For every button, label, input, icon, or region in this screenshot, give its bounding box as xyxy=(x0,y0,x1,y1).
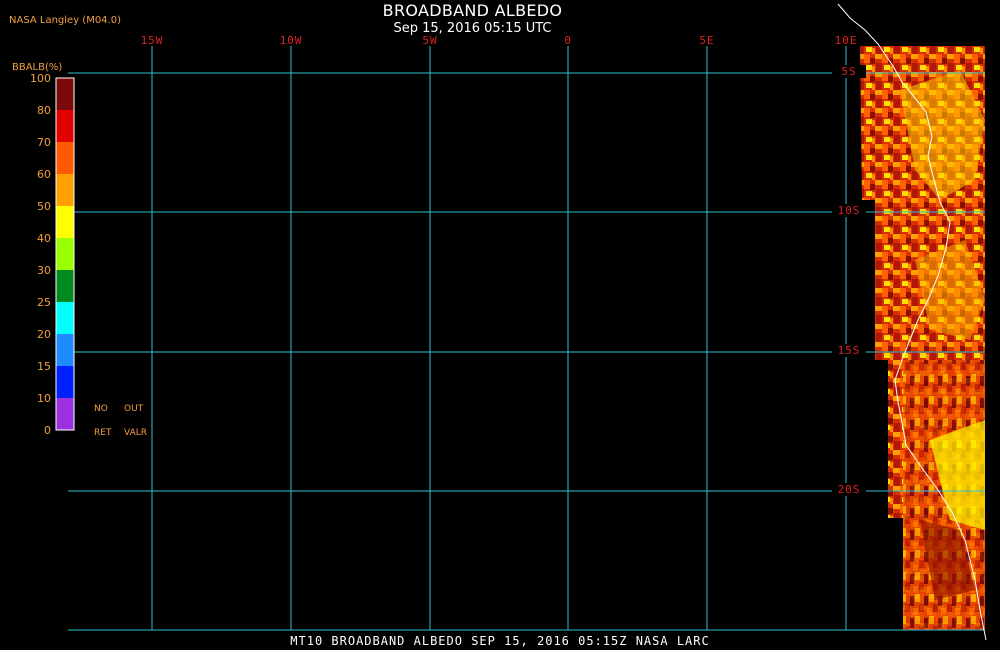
legend-swatch xyxy=(56,334,74,366)
legend-swatch xyxy=(56,398,74,430)
latitude-label: 10S xyxy=(832,204,866,217)
legend-swatch xyxy=(56,270,74,302)
longitude-label: 0 xyxy=(564,34,572,47)
legend-swatch xyxy=(56,142,74,174)
legend-swatch xyxy=(56,238,74,270)
footer-caption: MT10 BROADBAND ALBEDO SEP 15, 2016 05:15… xyxy=(290,634,710,648)
lat-lon-grid xyxy=(68,46,985,631)
legend-swatch xyxy=(56,174,74,206)
legend-swatch xyxy=(56,366,74,398)
legend-swatch xyxy=(56,206,74,238)
legend-swatch xyxy=(56,302,74,334)
longitude-label: 15W xyxy=(140,34,164,47)
longitude-label: 5W xyxy=(422,34,438,47)
albedo-map xyxy=(55,3,987,641)
longitude-label: 10W xyxy=(279,34,303,47)
legend-color-bar xyxy=(55,77,75,431)
legend-swatch xyxy=(56,110,74,142)
legend-swatch xyxy=(56,78,74,110)
longitude-label: 10E xyxy=(834,34,858,47)
longitude-label: 5E xyxy=(699,34,715,47)
albedo-data-swath xyxy=(860,46,985,630)
latitude-label: 15S xyxy=(832,344,866,357)
latitude-label: 20S xyxy=(832,483,866,496)
latitude-label: 5S xyxy=(832,65,866,78)
